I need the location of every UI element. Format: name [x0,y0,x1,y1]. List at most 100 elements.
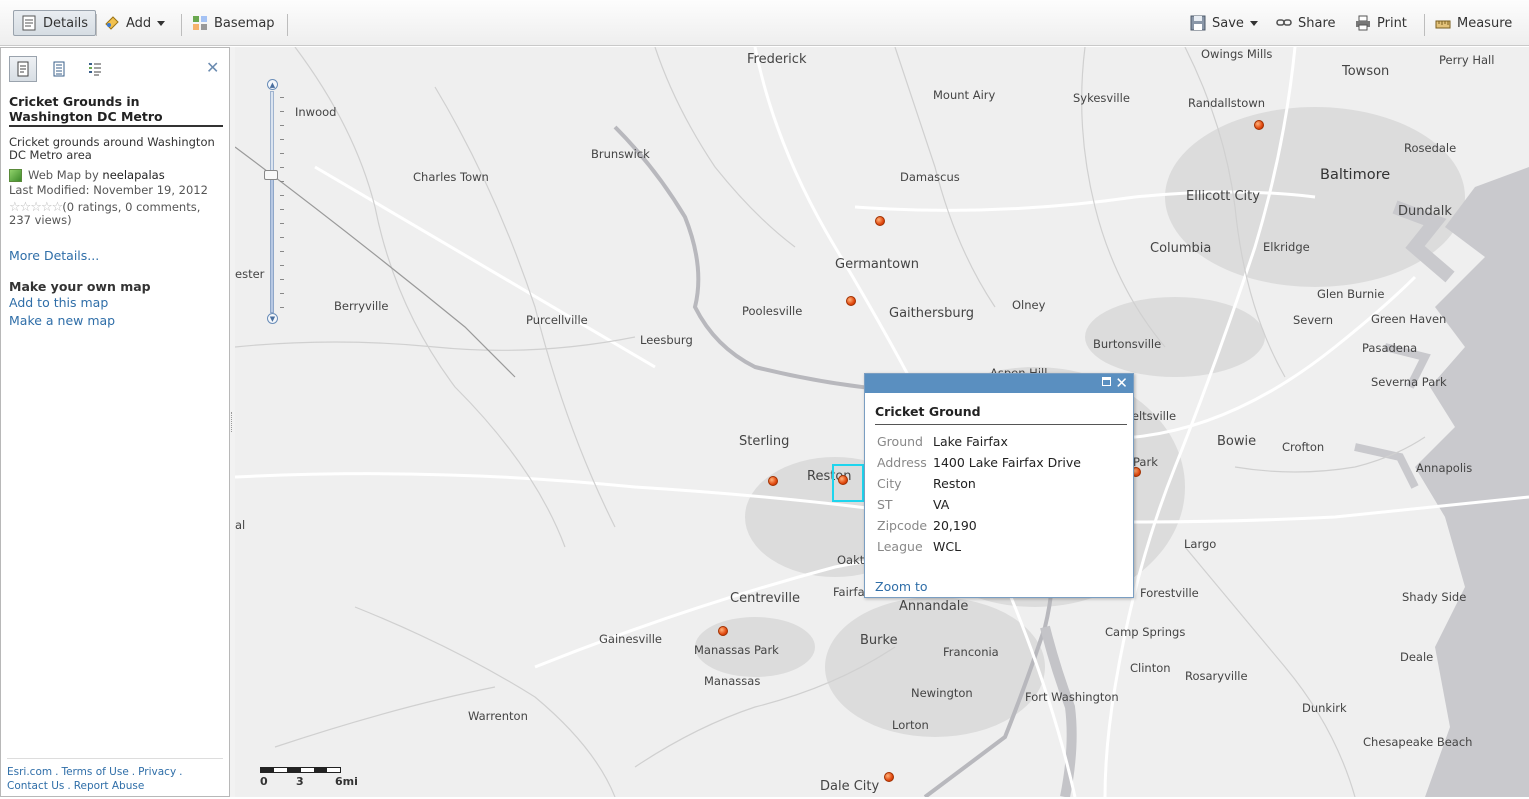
place-label: Dundalk [1398,204,1452,219]
place-label: Perry Hall [1439,53,1495,67]
field-name: Address [877,455,927,470]
place-label: Owings Mills [1201,47,1273,61]
popup-row: Address 1400 Lake Fairfax Drive [875,452,1083,473]
zoom-tick [280,293,284,294]
field-value: 1400 Lake Fairfax Drive [933,455,1081,470]
esri-link[interactable]: Esri.com [7,766,52,778]
tab-contents[interactable] [45,56,73,82]
cricket-ground-marker[interactable] [846,296,856,306]
place-label: Crofton [1282,440,1325,454]
zoom-handle[interactable] [264,170,278,180]
place-label: Ellicott City [1186,189,1260,204]
place-label: Manassas Park [694,643,779,657]
tab-legend[interactable] [81,56,109,82]
place-label: Forestville [1140,586,1199,600]
add-button[interactable]: Add [104,10,166,36]
owner-name: neelapalas [102,168,165,182]
make-own-map-heading: Make your own map [9,279,151,294]
zoom-tick [280,139,284,140]
cricket-ground-marker[interactable] [884,772,894,782]
report-abuse-link[interactable]: Report Abuse [74,780,145,792]
map-title: Cricket Grounds in Washington DC Metro [9,94,223,127]
details-button[interactable]: Details [13,10,97,36]
splitter-grip-icon [231,412,234,432]
place-label: Lorton [892,718,929,732]
zoom-tick [280,97,284,98]
place-label: Burke [860,633,898,648]
share-button[interactable]: Share [1276,10,1336,36]
toolbar-divider [181,14,182,36]
privacy-link[interactable]: Privacy [138,766,176,778]
legend-icon [89,63,101,76]
place-label: Rosaryville [1185,669,1248,683]
place-label: Berryville [334,299,389,313]
popup-row: City Reston [875,473,1083,494]
share-label: Share [1298,15,1336,31]
place-label: Poolesville [742,304,803,318]
zoom-tick [280,111,284,112]
terms-link[interactable]: Terms of Use [61,766,128,778]
print-button[interactable]: Print [1355,10,1407,36]
popup-attributes: Ground Lake Fairfax Address 1400 Lake Fairf… [875,431,1083,557]
save-button[interactable]: Save [1190,10,1258,36]
cricket-ground-marker[interactable] [875,216,885,226]
zoom-to-link[interactable]: Zoom to [875,579,928,594]
scale-label-6mi: 6mi [335,775,358,788]
scale-label-3: 3 [296,775,304,788]
zoom-tick [280,181,284,182]
zoom-tick [280,279,284,280]
place-label: Annapolis [1416,461,1473,475]
place-label: Dale City [820,779,880,794]
place-label: Green Haven [1371,312,1447,326]
map-description: Cricket grounds around Washington DC Met… [9,135,215,162]
chevron-down-icon [157,20,166,26]
zoom-out-icon[interactable]: ▼ [267,313,278,324]
zoom-tick [280,167,284,168]
maximize-icon[interactable] [1102,377,1111,386]
zoom-in-icon[interactable]: ▲ [267,79,278,90]
selected-feature-highlight [832,464,864,502]
more-details-link[interactable]: More Details... [9,248,99,263]
place-label: Rosedale [1404,141,1457,155]
place-label: Franconia [943,645,999,659]
cricket-ground-marker[interactable] [718,626,728,636]
place-label: Mount Airy [933,88,996,102]
basemap-button[interactable]: Basemap [192,10,275,36]
place-label: Gainesville [599,632,662,646]
place-label: Clinton [1130,661,1171,675]
cricket-ground-marker[interactable] [1254,120,1264,130]
place-label: Damascus [900,170,960,184]
place-label: Brunswick [591,147,650,161]
toolbar-divider [96,14,97,36]
share-icon [1276,15,1292,31]
place-label: Severn [1293,313,1334,327]
measure-button[interactable]: Measure [1435,10,1512,36]
field-value: Lake Fairfax [933,434,1008,449]
cricket-ground-marker[interactable] [768,476,778,486]
zoom-tick [280,209,284,210]
place-label: Sykesville [1073,91,1130,105]
add-to-map-link[interactable]: Add to this map [9,295,108,310]
field-name: Zipcode [877,518,928,533]
place-label: Deale [1400,650,1434,664]
zoom-slider[interactable]: ▲ ▼ [264,77,284,327]
close-icon[interactable]: ✕ [206,58,219,77]
place-label: Manassas [704,674,761,688]
make-new-map-link[interactable]: Make a new map [9,313,115,328]
close-icon[interactable]: ✕ [1115,374,1128,393]
details-panel: ✕ Cricket Grounds in Washington DC Metro… [0,47,230,797]
place-label: Leesburg [640,333,693,347]
add-label: Add [126,15,152,31]
toolbar-divider [1424,14,1425,36]
place-label: Inwood [295,105,337,119]
tab-about[interactable] [9,56,37,82]
place-label: Pasadena [1362,341,1418,355]
popup-row: Ground Lake Fairfax [875,431,1083,452]
feature-popup: ✕ Cricket Ground Ground Lake Fairfax Addre… [864,373,1134,598]
contact-link[interactable]: Contact Us [7,780,64,792]
zoom-tick [280,251,284,252]
document-icon [17,61,29,77]
place-label: ester [235,267,265,281]
place-label: Shady Side [1402,590,1467,604]
measure-icon [1435,15,1451,31]
